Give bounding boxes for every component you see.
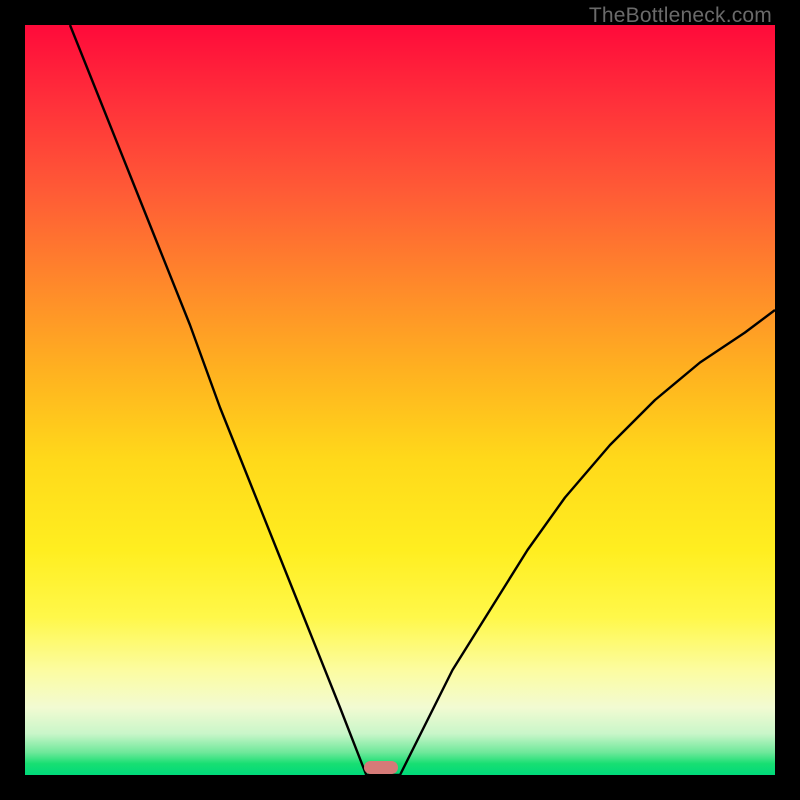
bottleneck-curve [70, 25, 775, 775]
optimal-marker [364, 761, 398, 774]
chart-frame: TheBottleneck.com [0, 0, 800, 800]
curve-svg [25, 25, 775, 775]
plot-area [25, 25, 775, 775]
